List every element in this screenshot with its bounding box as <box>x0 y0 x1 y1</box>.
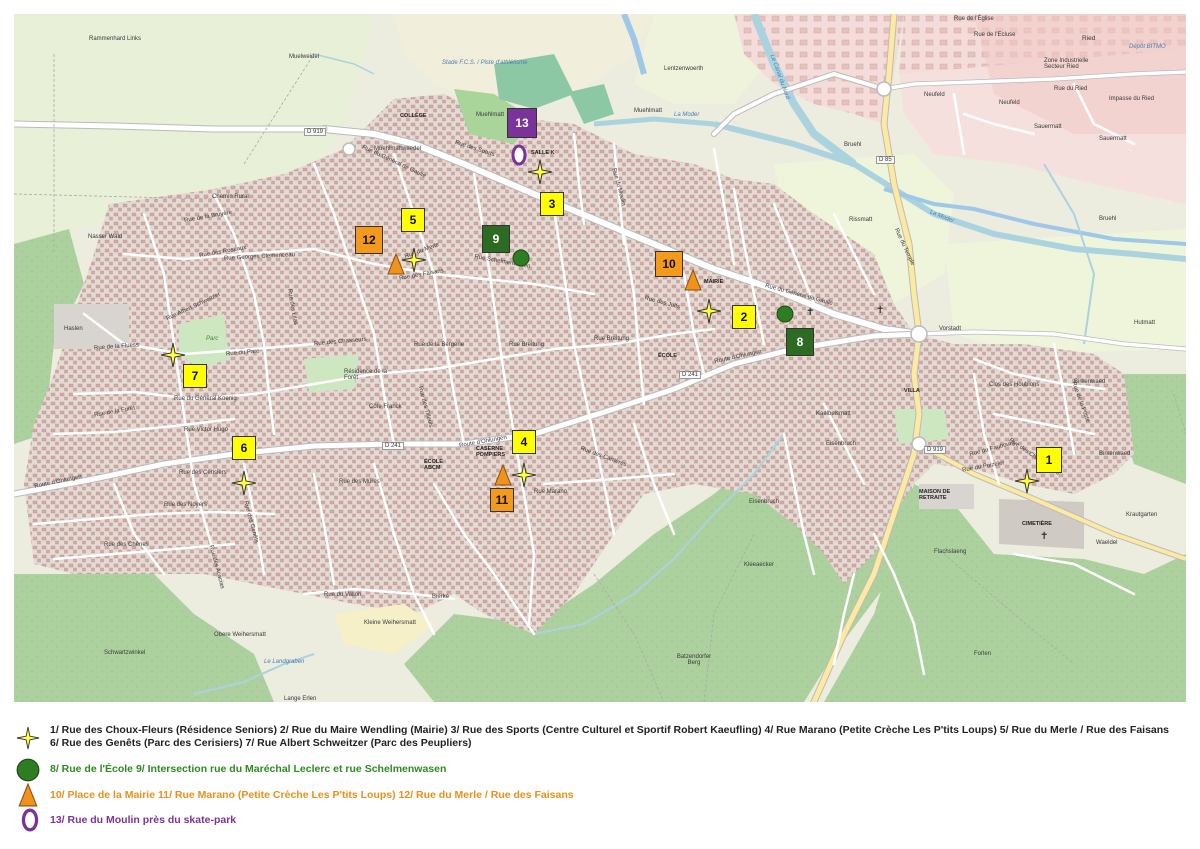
circle-icon-location-9[interactable] <box>512 249 530 267</box>
triangle-icon-location-11[interactable] <box>494 464 512 486</box>
marker-5[interactable]: 5 <box>401 208 425 232</box>
marker-11[interactable]: 11 <box>490 488 514 512</box>
marker-4[interactable]: 4 <box>512 430 536 454</box>
marker-7[interactable]: 7 <box>183 364 207 388</box>
marker-10[interactable]: 10 <box>655 251 683 277</box>
circle-icon-location-8[interactable] <box>776 305 794 323</box>
legend-star-text: 1/ Rue des Choux-Fleurs (Résidence Senio… <box>50 724 1170 749</box>
legend-triangle-text: 10/ Place de la Mairie 11/ Rue Marano (P… <box>50 789 574 801</box>
map-background <box>14 14 1186 702</box>
marker-3[interactable]: 3 <box>540 192 564 216</box>
legend-circle-text: 8/ Rue de l'École 9/ Intersection rue du… <box>50 763 447 775</box>
legend-row-oval: 13/ Rue du Moulin près du skate-park <box>14 808 1174 832</box>
star-icon-location-6[interactable] <box>231 470 257 496</box>
marker-13[interactable]: 13 <box>507 108 537 138</box>
marker-9[interactable]: 9 <box>482 225 510 253</box>
circle-icon <box>16 758 40 782</box>
marker-12[interactable]: 12 <box>355 226 383 254</box>
triangle-icon-location-12[interactable] <box>387 253 405 275</box>
star-icon-location-2[interactable] <box>696 298 722 324</box>
star-icon-location-3[interactable] <box>527 159 553 185</box>
star-icon-location-7[interactable] <box>160 342 186 368</box>
star-icon <box>16 726 40 750</box>
legend-row-circle: 8/ Rue de l'École 9/ Intersection rue du… <box>14 758 1174 782</box>
triangle-icon <box>18 783 38 807</box>
star-icon-location-4[interactable] <box>511 462 537 488</box>
triangle-icon-location-10[interactable] <box>684 269 702 291</box>
legend-oval-text: 13/ Rue du Moulin près du skate-park <box>50 814 237 826</box>
marker-2[interactable]: 2 <box>732 305 756 329</box>
legend-row-star: 1/ Rue des Choux-Fleurs (Résidence Senio… <box>14 724 1174 754</box>
oval-icon-location-13[interactable] <box>510 144 528 166</box>
marker-6[interactable]: 6 <box>232 436 256 460</box>
marker-8[interactable]: 8 <box>786 328 814 356</box>
legend-row-triangle: 10/ Place de la Mairie 11/ Rue Marano (P… <box>14 783 1174 807</box>
star-icon-location-1[interactable] <box>1014 468 1040 494</box>
oval-icon <box>21 808 39 832</box>
map-canvas[interactable]: Rammenhard Links Muelweidel Stade F.C.S.… <box>14 14 1186 702</box>
